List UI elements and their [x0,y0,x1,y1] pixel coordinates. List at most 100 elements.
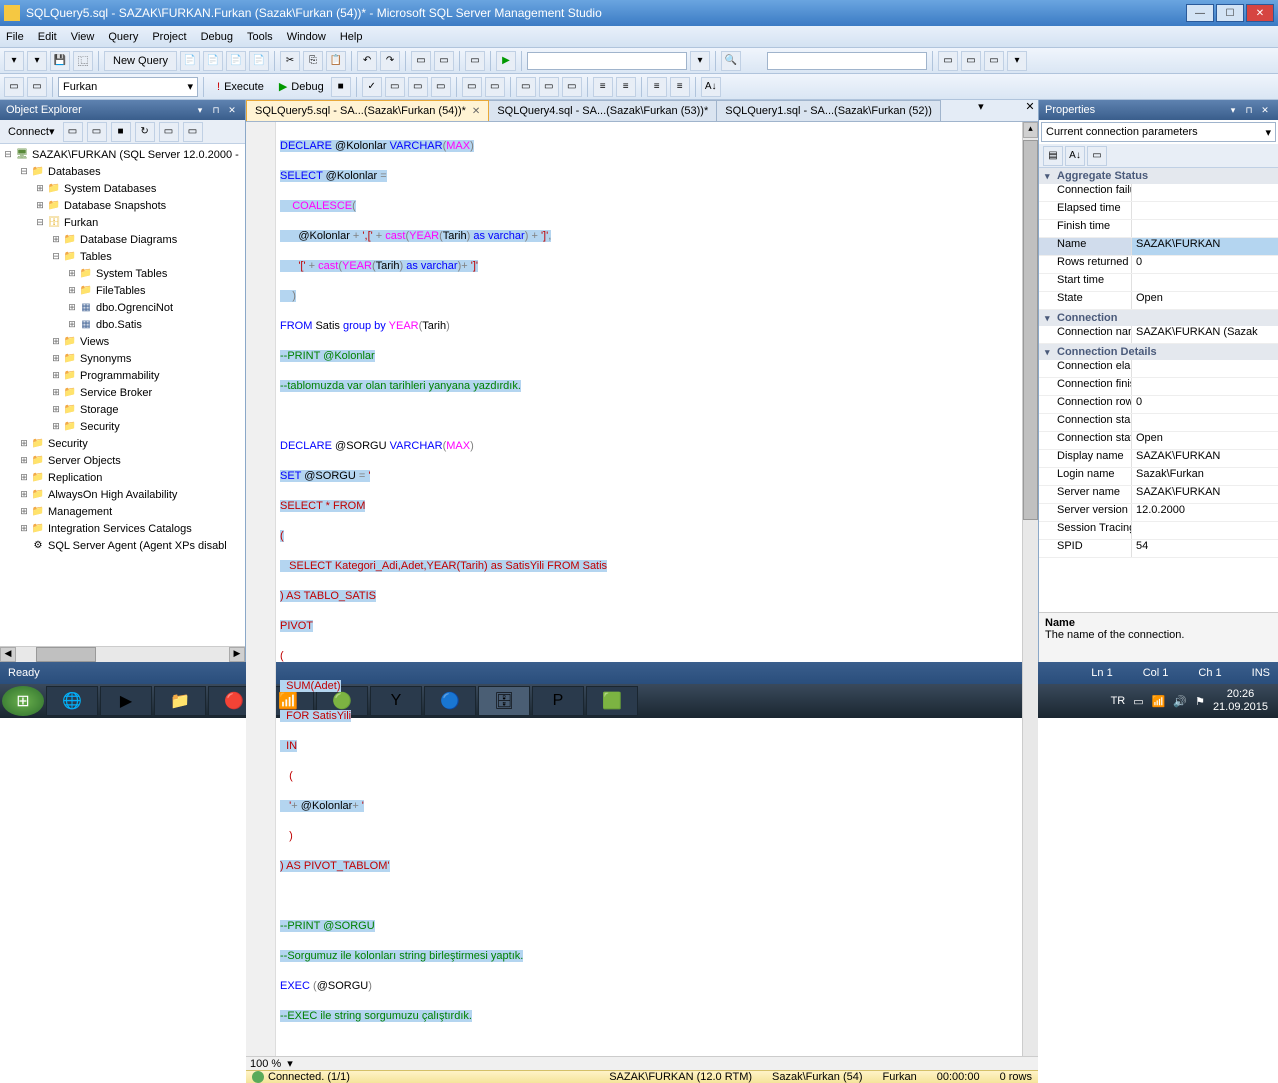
tree-programmability[interactable]: Programmability [80,370,159,382]
panel-pin-icon[interactable]: ⊓ [1242,103,1256,117]
minimize-button[interactable]: — [1186,4,1214,22]
tray-volume-icon[interactable]: 🔊 [1173,695,1187,708]
debug-button[interactable]: ▶Debug [275,77,328,97]
save-icon[interactable]: 💾 [50,51,70,71]
menu-edit[interactable]: Edit [38,31,57,43]
comment-icon[interactable]: ≡ [647,77,667,97]
tb-icon[interactable]: ▭ [385,77,405,97]
filter-icon[interactable]: ▭ [159,122,179,142]
tb-icon[interactable]: ▭ [408,77,428,97]
outdent-icon[interactable]: ≡ [616,77,636,97]
play-icon[interactable]: ▶ [496,51,516,71]
tree-db-snapshots[interactable]: Database Snapshots [64,200,166,212]
toolbar-search[interactable] [527,52,687,70]
tree-integration-services[interactable]: Integration Services Catalogs [48,523,192,535]
tree-sql-agent[interactable]: SQL Server Agent (Agent XPs disabl [48,540,227,552]
tb-icon[interactable]: ▭ [4,77,24,97]
tb-icon[interactable]: ▭ [411,51,431,71]
panel-dropdown-icon[interactable]: ▾ [193,103,207,117]
tree-databases[interactable]: Databases [48,166,101,178]
prop-cat-connection[interactable]: ▾Connection [1039,310,1278,326]
tab-close-icon[interactable]: ✕ [472,106,480,117]
system-tray[interactable]: TR ▭ 📶 🔊 ⚑ 20:26 21.09.2015 [1111,688,1276,714]
prop-cat-conndetails[interactable]: ▾Connection Details [1039,344,1278,360]
panel-close-icon[interactable]: ✕ [1258,103,1272,117]
close-button[interactable]: ✕ [1246,4,1274,22]
stop-icon[interactable]: ■ [331,77,351,97]
tree-management[interactable]: Management [48,506,112,518]
new-project-icon[interactable]: ▾ [4,51,24,71]
tree-security-server[interactable]: Security [48,438,88,450]
menu-view[interactable]: View [71,31,95,43]
start-button[interactable]: ⊞ [2,686,44,716]
panel-pin-icon[interactable]: ⊓ [209,103,223,117]
tb-icon[interactable]: ▭ [516,77,536,97]
disconnect-icon[interactable]: ▭ [87,122,107,142]
tree-server-objects[interactable]: Server Objects [48,455,121,467]
tb-icon[interactable]: ▭ [27,77,47,97]
tree-filetables[interactable]: FileTables [96,285,146,297]
toolbar-combo[interactable] [767,52,927,70]
tree-synonyms[interactable]: Synonyms [80,353,131,365]
tabs-dropdown-icon[interactable]: ▾ [973,100,989,121]
prop-cat-aggregate[interactable]: ▾Aggregate Status [1039,168,1278,184]
menu-window[interactable]: Window [287,31,326,43]
tb-icon[interactable]: ▭ [462,77,482,97]
tb-icon[interactable]: ▭ [485,77,505,97]
tree-server[interactable]: SAZAK\FURKAN (SQL Server 12.0.2000 - [32,149,239,161]
alphabetical-icon[interactable]: A↓ [1065,146,1085,166]
maximize-button[interactable]: ☐ [1216,4,1244,22]
tray-network-icon[interactable]: 📶 [1152,695,1166,708]
menu-project[interactable]: Project [152,31,186,43]
tree-db-diagrams[interactable]: Database Diagrams [80,234,177,246]
tb-icon[interactable]: ▭ [984,51,1004,71]
tree-hscroll[interactable]: ◀▶ [0,646,245,662]
tree-storage[interactable]: Storage [80,404,119,416]
editor-vscroll[interactable]: ▴ [1022,122,1038,1056]
object-tree[interactable]: ⊟🖥SAZAK\FURKAN (SQL Server 12.0.2000 - ⊟… [0,144,245,646]
properties-combo[interactable]: Current connection parameters▾ [1041,122,1276,142]
taskbar-mediaplayer-icon[interactable]: ▶ [100,686,152,716]
tree-tables[interactable]: Tables [80,251,112,263]
tb-icon[interactable]: A↓ [701,77,721,97]
tree-replication[interactable]: Replication [48,472,102,484]
taskbar-ie-icon[interactable]: 🌐 [46,686,98,716]
menu-help[interactable]: Help [340,31,363,43]
menu-tools[interactable]: Tools [247,31,273,43]
search-dropdown-icon[interactable]: ▾ [690,51,710,71]
tb-icon[interactable]: ▭ [961,51,981,71]
code-area[interactable]: DECLARE @Kolonlar VARCHAR(MAX) SELECT @K… [276,122,1022,1056]
taskbar-explorer-icon[interactable]: 📁 [154,686,206,716]
tree-alwayson[interactable]: AlwaysOn High Availability [48,489,177,501]
tb-icon[interactable]: ▭ [562,77,582,97]
paste-icon[interactable]: 📋 [326,51,346,71]
tab-query5[interactable]: SQLQuery5.sql - SA...(Sazak\Furkan (54))… [246,100,489,121]
new-query-button[interactable]: New Query [104,51,177,71]
tree-service-broker[interactable]: Service Broker [80,387,152,399]
categorized-icon[interactable]: ▤ [1043,146,1063,166]
cut-icon[interactable]: ✂ [280,51,300,71]
tb-icon[interactable]: ▭ [938,51,958,71]
tb-icon[interactable]: ▭ [465,51,485,71]
panel-close-icon[interactable]: ✕ [225,103,239,117]
tb-icon[interactable]: ▭ [434,51,454,71]
tray-lang[interactable]: TR [1111,695,1126,707]
parse-icon[interactable]: ✓ [362,77,382,97]
panel-dropdown-icon[interactable]: ▾ [1226,103,1240,117]
tb-icon[interactable]: 📄 [226,51,246,71]
indent-icon[interactable]: ≡ [593,77,613,97]
tree-table-ogrencinot[interactable]: dbo.OgrenciNot [96,302,173,314]
undo-icon[interactable]: ↶ [357,51,377,71]
connect-icon[interactable]: ▭ [63,122,83,142]
tree-furkan-db[interactable]: Furkan [64,217,98,229]
properties-grid[interactable]: ▾Aggregate Status Connection failure Ela… [1039,168,1278,612]
uncomment-icon[interactable]: ≡ [670,77,690,97]
tree-table-satis[interactable]: dbo.Satis [96,319,142,331]
connect-button[interactable]: Connect ▾ [4,123,59,141]
open-icon[interactable]: ▾ [27,51,47,71]
tree-security[interactable]: Security [80,421,120,433]
tray-flag-icon[interactable]: ⚑ [1195,695,1205,708]
menu-file[interactable]: File [6,31,24,43]
tb-icon[interactable]: ▭ [431,77,451,97]
find-icon[interactable]: 🔍 [721,51,741,71]
